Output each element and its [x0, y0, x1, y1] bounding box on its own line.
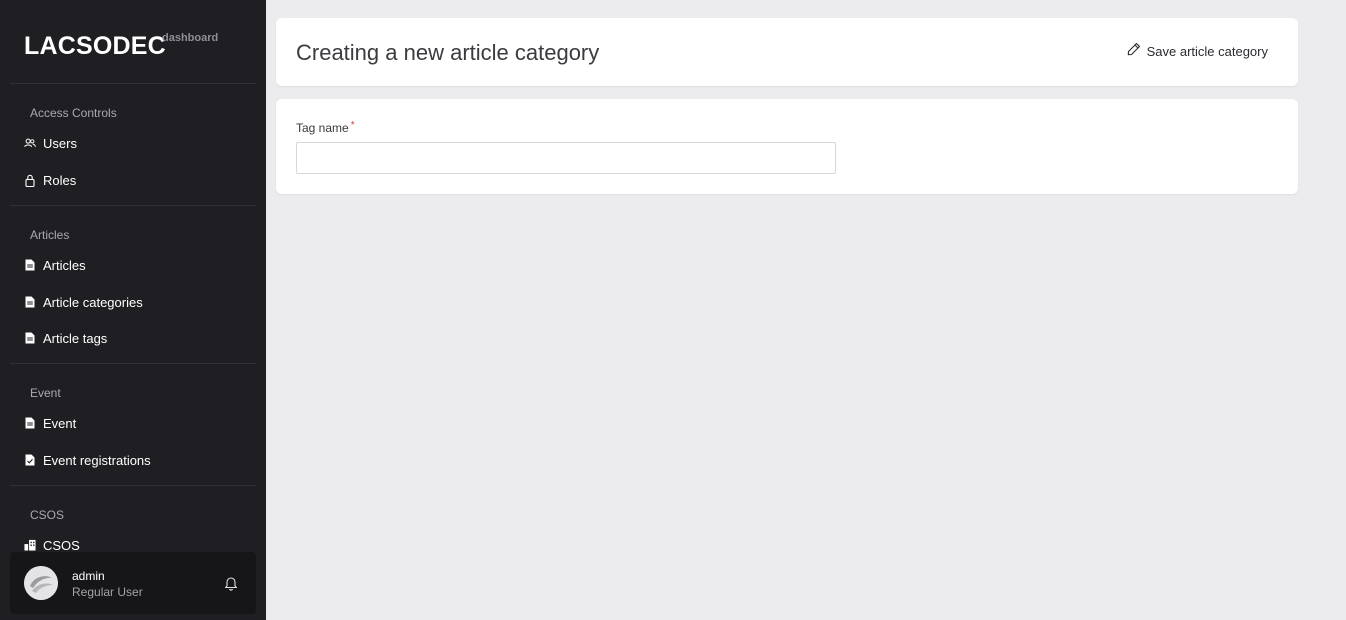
bell-icon[interactable] — [224, 575, 238, 591]
document-icon — [24, 258, 36, 272]
document-icon — [24, 295, 36, 309]
sidebar-item-label: CSOS — [43, 537, 80, 553]
user-card[interactable]: admin Regular User — [10, 552, 256, 614]
divider — [10, 485, 256, 486]
user-role: Regular User — [72, 585, 143, 599]
section-title-event: Event — [30, 386, 61, 400]
required-mark: * — [350, 120, 355, 131]
sidebar: LACSODEC dashboard Access Controls Users… — [0, 0, 266, 620]
save-article-category-button[interactable]: Save article category — [1127, 42, 1268, 61]
sidebar-item-label: Users — [43, 135, 77, 151]
brand-subtitle: dashboard — [162, 32, 219, 44]
document-check-icon — [24, 453, 36, 467]
users-icon — [24, 136, 36, 150]
tag-name-label: Tag name * — [296, 120, 355, 135]
section-title-articles: Articles — [30, 228, 70, 242]
pencil-icon — [1127, 42, 1141, 61]
sidebar-item-label: Articles — [43, 257, 86, 273]
tag-name-input[interactable] — [296, 142, 836, 174]
page-header: Creating a new article category Save art… — [276, 18, 1298, 86]
page-title: Creating a new article category — [296, 40, 600, 65]
save-button-label: Save article category — [1146, 44, 1268, 59]
form-card: Tag name * — [276, 99, 1298, 194]
divider — [10, 205, 256, 206]
sidebar-item-label: Roles — [43, 172, 77, 188]
sidebar-item-label: Event registrations — [43, 452, 151, 468]
sidebar-item-label: Article tags — [43, 330, 108, 346]
section-title-access-controls: Access Controls — [30, 106, 117, 120]
tag-name-label-text: Tag name — [296, 121, 349, 135]
avatar — [24, 566, 58, 600]
sidebar-item-users[interactable]: Users — [10, 128, 256, 158]
brand-logo[interactable]: LACSODEC dashboard — [24, 32, 218, 61]
divider — [10, 83, 256, 84]
sidebar-item-article-categories[interactable]: Article categories — [10, 287, 256, 317]
section-title-csos: CSOS — [30, 508, 65, 522]
buildings-icon — [24, 538, 36, 552]
sidebar-item-event[interactable]: Event — [10, 408, 256, 438]
sidebar-item-label: Article categories — [43, 294, 143, 310]
sidebar-item-articles[interactable]: Articles — [10, 250, 256, 280]
divider — [10, 363, 256, 364]
sidebar-item-label: Event — [43, 415, 77, 431]
sidebar-item-roles[interactable]: Roles — [10, 165, 256, 195]
user-name: admin — [72, 569, 105, 583]
brand-name: LACSODEC — [24, 32, 166, 60]
document-icon — [24, 416, 36, 430]
sidebar-item-event-registrations[interactable]: Event registrations — [10, 445, 256, 475]
sidebar-item-article-tags[interactable]: Article tags — [10, 323, 256, 353]
document-icon — [24, 331, 36, 345]
lock-icon — [24, 173, 36, 187]
